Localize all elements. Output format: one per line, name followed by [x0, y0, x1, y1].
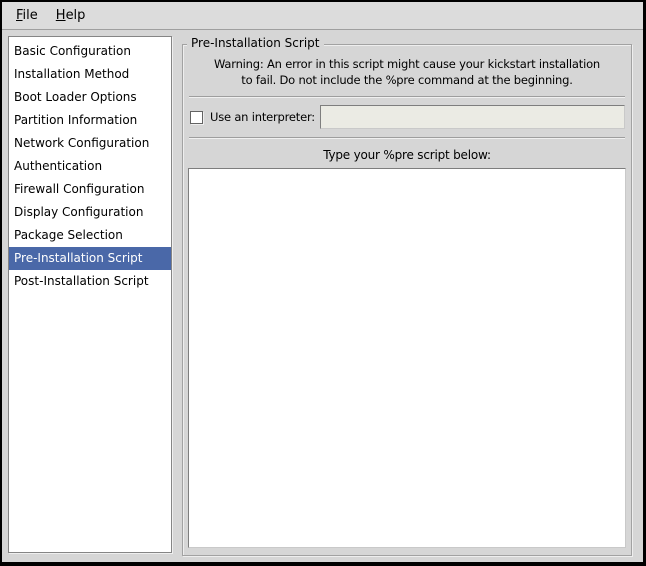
sidebar-list: Basic ConfigurationInstallation MethodBo… — [8, 36, 172, 553]
sidebar-item-basic-configuration[interactable]: Basic Configuration — [9, 40, 171, 63]
menu-file[interactable]: File — [7, 5, 47, 26]
sidebar-item-firewall-configuration[interactable]: Firewall Configuration — [9, 178, 171, 201]
menu-file-label: ile — [23, 8, 38, 23]
separator — [189, 96, 625, 98]
warning-text: Warning: An error in this script might c… — [188, 56, 626, 88]
warning-line-2: to fail. Do not include the %pre command… — [188, 72, 626, 88]
menu-help-label: elp — [66, 8, 86, 23]
sidebar-item-boot-loader-options[interactable]: Boot Loader Options — [9, 86, 171, 109]
sidebar-item-pre-installation-script[interactable]: Pre-Installation Script — [9, 247, 171, 270]
interpreter-row: Use an interpreter: — [190, 105, 625, 129]
pre-installation-frame: Pre-Installation Script Warning: An erro… — [182, 44, 632, 556]
separator — [189, 137, 625, 139]
interpreter-input[interactable] — [320, 105, 625, 129]
warning-line-1: Warning: An error in this script might c… — [188, 56, 626, 72]
sidebar-item-package-selection[interactable]: Package Selection — [9, 224, 171, 247]
sidebar-item-partition-information[interactable]: Partition Information — [9, 109, 171, 132]
pre-script-textarea[interactable] — [188, 168, 626, 548]
menu-bar: File Help — [2, 2, 643, 30]
sidebar-item-network-configuration[interactable]: Network Configuration — [9, 132, 171, 155]
frame-title: Pre-Installation Script — [187, 36, 324, 50]
sidebar-item-post-installation-script[interactable]: Post-Installation Script — [9, 270, 171, 293]
use-interpreter-label: Use an interpreter: — [203, 110, 320, 124]
script-label: Type your %pre script below: — [188, 148, 626, 162]
sidebar-item-authentication[interactable]: Authentication — [9, 155, 171, 178]
sidebar-item-display-configuration[interactable]: Display Configuration — [9, 201, 171, 224]
menu-help[interactable]: Help — [47, 5, 95, 26]
menu-help-mnemonic: H — [56, 8, 66, 23]
sidebar-item-installation-method[interactable]: Installation Method — [9, 63, 171, 86]
use-interpreter-checkbox[interactable] — [190, 111, 203, 124]
app-window: File Help Basic ConfigurationInstallatio… — [0, 0, 646, 566]
